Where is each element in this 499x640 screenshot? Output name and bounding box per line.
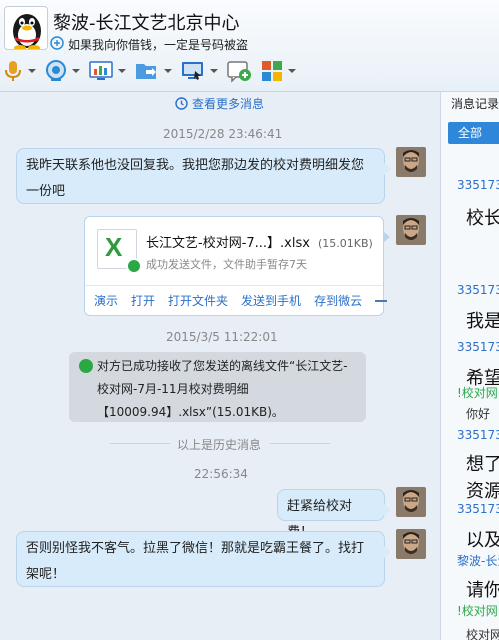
history-entry[interactable]: !校对网 [457,384,498,401]
sender-avatar[interactable] [396,529,426,559]
message-timestamp: 2015/2/28 23:46:41 [163,127,283,141]
history-entry[interactable]: 校长 [466,204,499,230]
history-entry[interactable]: 校对网 [466,626,499,640]
apps-button[interactable] [260,59,296,83]
file-action-open[interactable]: 打开 [131,292,155,309]
history-entry[interactable]: 3351737 [457,428,499,442]
outgoing-message-bubble[interactable]: 我昨天联系他也没回复我。我把您那边发的校对费明细发您一份吧 [16,148,391,204]
contact-signature: 如果我向你借钱，一定是号码被盗 [50,36,248,53]
voice-call-button[interactable] [2,59,36,83]
history-entry[interactable]: 3351737 [457,178,499,192]
camera-icon [46,60,66,81]
chevron-down-icon[interactable] [72,69,80,73]
clock-icon [175,97,188,110]
file-action-send-to-phone[interactable]: 发送到手机 [241,292,301,309]
file-message-card[interactable]: X 长江文艺-校对网-7...】.xlsx (15.01KB) 成功发送文件，文件… [84,216,390,316]
history-entry[interactable]: 我是 [466,307,499,333]
history-entry[interactable]: 你好 [466,405,490,422]
excel-file-icon: X [97,229,142,274]
file-action-open-folder[interactable]: 打开文件夹 [168,292,228,309]
history-entry[interactable]: 黎波-长江 [457,552,499,569]
tab-all[interactable]: 全部 [448,122,499,144]
video-call-button[interactable] [44,59,80,83]
chevron-down-icon[interactable] [210,69,218,73]
remote-desktop-button[interactable] [180,59,218,83]
signature-edit-icon [50,36,64,53]
message-text: 否则别怪我不客气。拉黑了微信！那就是吃霸王餐了。找打架呢！ [26,541,365,582]
file-action-preview[interactable]: 演示 [94,292,118,309]
microphone-icon [5,61,21,81]
history-divider-label: 以上是历史消息 [177,438,262,452]
toolbar [2,57,304,85]
message-timestamp: 2015/3/5 11:22:01 [166,330,278,344]
remote-desktop-icon [182,62,203,80]
file-transfer-icon [136,64,156,79]
outgoing-message-bubble[interactable]: 否则别怪我不客气。拉黑了微信！那就是吃霸王餐了。找打架呢！ [16,531,391,587]
history-entry[interactable]: 3351737 [457,502,499,516]
history-divider: 以上是历史消息 [110,438,330,452]
history-entry[interactable]: 3351737 [457,283,499,297]
view-more-messages-link[interactable]: 查看更多消息 [175,95,264,112]
sender-avatar[interactable] [396,215,426,245]
chat-header: 黎波-长江文艺北京中心 如果我向你借钱，一定是号码被盗 [0,0,499,92]
message-text: 我昨天联系他也没回复我。我把您那边发的校对费明细发您一份吧 [26,158,365,199]
qq-penguin-avatar[interactable] [4,6,48,50]
new-discussion-button[interactable] [226,59,252,83]
file-action-save-weiyun[interactable]: 存到微云 [314,292,362,309]
system-notice-text: 对方已成功接收了您发送的离线文件“长江文艺-校对网-7月-11月校对费明细【10… [97,359,348,419]
sender-avatar[interactable] [396,147,426,177]
sender-avatar[interactable] [396,487,426,517]
view-more-messages-label: 查看更多消息 [192,97,265,111]
message-history-panel[interactable]: 消息记录 全部 3351737校长3351737我是3351737希望!校对网你… [440,92,499,640]
history-entry[interactable]: 请你 [466,576,499,602]
history-entry[interactable]: 3351737 [457,340,499,354]
chevron-down-icon[interactable] [118,69,126,73]
screen-share-button[interactable] [88,59,126,83]
apps-icon [262,61,282,81]
file-actions: 演示 打开 打开文件夹 发送到手机 存到微云 [85,285,388,315]
file-transfer-button[interactable] [134,59,172,83]
check-icon [126,258,142,274]
history-entry[interactable]: 以及 [466,526,499,552]
chevron-down-icon[interactable] [164,69,172,73]
history-panel-title: 消息记录 [451,97,499,111]
history-entry[interactable]: 资源 [466,477,499,503]
chevron-down-icon[interactable] [28,69,36,73]
file-status: 成功发送文件，文件助手暂存7天 [146,258,307,271]
outgoing-message-bubble[interactable]: 赶紧给校对费！ [277,489,391,540]
history-entry[interactable]: !校对网 [457,602,498,619]
file-name[interactable]: 长江文艺-校对网-7...】.xlsx (15.01KB) [146,232,373,251]
signature-text: 如果我向你借钱，一定是号码被盗 [68,38,249,52]
add-chat-icon [227,61,251,83]
chevron-down-icon[interactable] [288,69,296,73]
history-entry[interactable]: 想了 [466,450,499,476]
success-check-icon [79,359,93,373]
message-timestamp: 22:56:34 [194,467,248,481]
file-size: (15.01KB) [317,237,373,250]
screen-share-icon [89,61,113,80]
system-notice: 对方已成功接收了您发送的离线文件“长江文艺-校对网-7月-11月校对费明细【10… [69,352,366,422]
contact-name: 黎波-长江文艺北京中心 [53,13,240,34]
